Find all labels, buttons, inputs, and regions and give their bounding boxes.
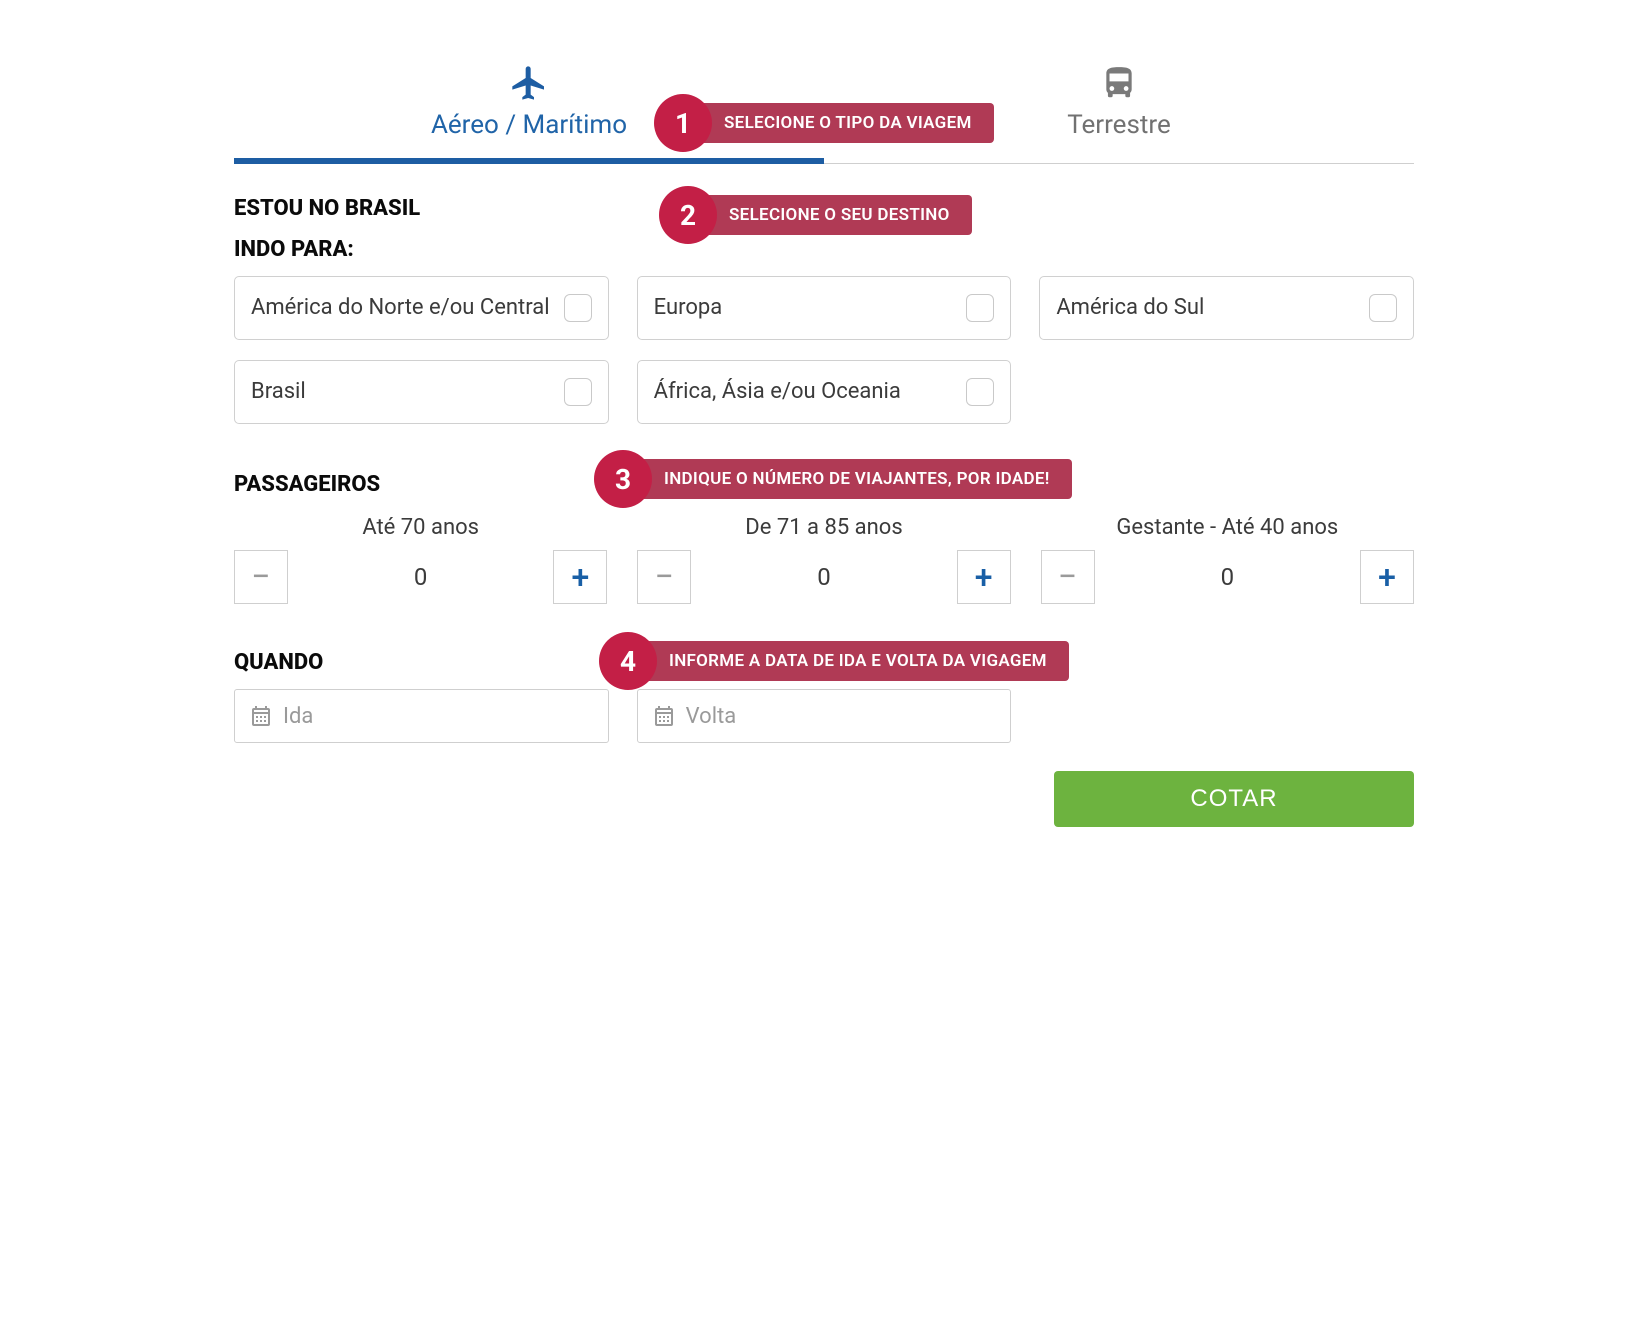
destination-label: África, Ásia e/ou Oceania [654,378,901,406]
passenger-group-71-85: De 71 a 85 anos − 0 + [637,515,1010,604]
increment-button[interactable]: + [1360,550,1414,604]
passenger-group-gestante: Gestante - Até 40 anos − 0 + [1041,515,1414,604]
tab-label: Terrestre [824,110,1414,140]
cotar-button[interactable]: COTAR [1054,771,1414,827]
destination-label: América do Sul [1056,294,1204,322]
increment-button[interactable]: + [553,550,607,604]
tab-aereo-maritimo[interactable]: Aéreo / Marítimo [234,60,824,158]
destination-option-africa-asia-oceania[interactable]: África, Ásia e/ou Oceania [637,360,1012,424]
step-label: SELECIONE O SEU DESTINO [695,195,972,235]
destination-label: Brasil [251,378,306,406]
increment-button[interactable]: + [957,550,1011,604]
passenger-count: 0 [1095,563,1360,591]
tab-underline [234,158,1414,164]
quantity-stepper: − 0 + [637,550,1010,604]
step-number-badge: 4 [599,632,657,690]
bus-icon [824,60,1414,106]
decrement-button[interactable]: − [637,550,691,604]
decrement-button[interactable]: − [1041,550,1095,604]
airplane-icon [234,60,824,106]
step-label: INDIQUE O NÚMERO DE VIAJANTES, POR IDADE… [630,459,1072,499]
date-placeholder: Ida [283,704,313,729]
passenger-group-label: Até 70 anos [234,515,607,540]
tab-label: Aéreo / Marítimo [234,110,824,140]
passenger-group-label: De 71 a 85 anos [637,515,1010,540]
checkbox[interactable] [564,378,592,406]
destination-grid: América do Norte e/ou Central Europa Amé… [234,276,1414,424]
destination-option-europa[interactable]: Europa [637,276,1012,340]
quantity-stepper: − 0 + [234,550,607,604]
date-placeholder: Volta [686,704,737,729]
destination-option-brasil[interactable]: Brasil [234,360,609,424]
passenger-count: 0 [288,563,553,591]
destination-label: América do Norte e/ou Central [251,294,550,322]
checkbox[interactable] [1369,294,1397,322]
tab-terrestre[interactable]: Terrestre [824,60,1414,158]
date-volta-input[interactable]: Volta [637,689,1012,743]
date-ida-input[interactable]: Ida [234,689,609,743]
checkbox[interactable] [966,378,994,406]
quantity-stepper: − 0 + [1041,550,1414,604]
passenger-group-label: Gestante - Até 40 anos [1041,515,1414,540]
step-annotation-3: 3 INDIQUE O NÚMERO DE VIAJANTES, POR IDA… [594,450,1072,508]
step-number-badge: 3 [594,450,652,508]
step-label: INFORME A DATA DE IDA E VOLTA DA VIGAGEM [635,641,1069,681]
calendar-icon [652,704,676,728]
checkbox[interactable] [966,294,994,322]
passenger-group-ate-70: Até 70 anos − 0 + [234,515,607,604]
step-number-badge: 1 [654,94,712,152]
trip-type-tabs: Aéreo / Marítimo Terrestre [234,60,1414,158]
passenger-count: 0 [691,563,956,591]
decrement-button[interactable]: − [234,550,288,604]
step-number-badge: 2 [659,186,717,244]
destination-label: Europa [654,294,723,322]
calendar-icon [249,704,273,728]
step-annotation-4: 4 INFORME A DATA DE IDA E VOLTA DA VIGAG… [599,632,1069,690]
step-annotation-2: 2 SELECIONE O SEU DESTINO [659,186,972,244]
destination-option-america-sul[interactable]: América do Sul [1039,276,1414,340]
checkbox[interactable] [564,294,592,322]
destination-option-america-norte-central[interactable]: América do Norte e/ou Central [234,276,609,340]
